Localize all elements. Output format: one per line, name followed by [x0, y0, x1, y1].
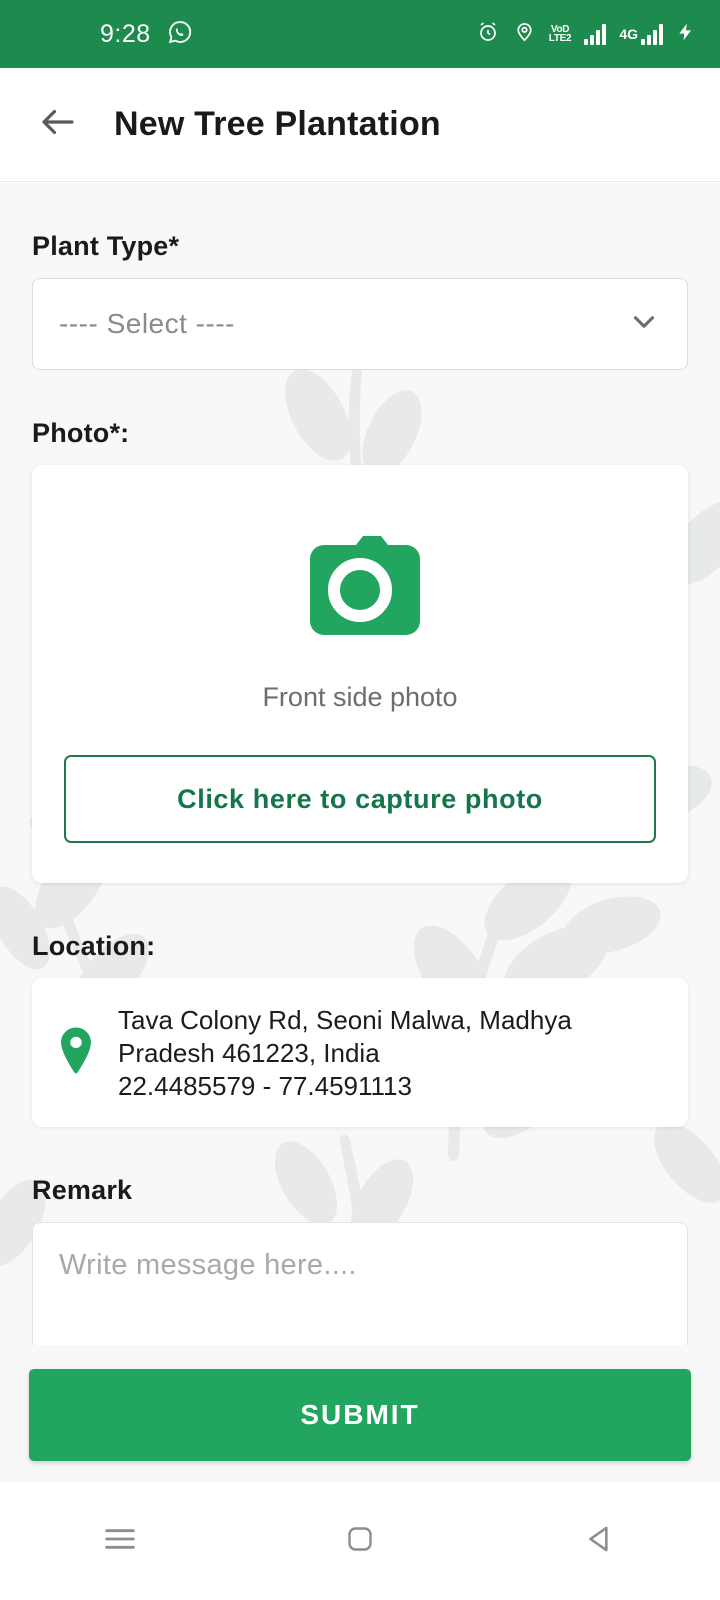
photo-card: Front side photo Click here to capture p… [32, 465, 688, 883]
alarm-icon [476, 20, 500, 49]
location-text: Tava Colony Rd, Seoni Malwa, Madhya Prad… [118, 1004, 572, 1103]
plant-type-selected-value: ---- Select ---- [59, 308, 235, 339]
plant-type-select[interactable]: ---- Select ---- [32, 278, 688, 370]
page-title: New Tree Plantation [114, 105, 441, 143]
remark-placeholder: Write message here.... [59, 1249, 357, 1282]
remark-label: Remark [32, 1175, 133, 1206]
plant-type-label: Plant Type* [32, 231, 180, 261]
arrow-left-icon [37, 101, 79, 148]
home-square-icon [342, 1521, 378, 1562]
back-triangle-icon [581, 1520, 619, 1563]
capture-photo-button[interactable]: Click here to capture photo [64, 755, 656, 843]
app-bar: New Tree Plantation [0, 68, 720, 182]
location-card: Tava Colony Rd, Seoni Malwa, Madhya Prad… [32, 978, 688, 1128]
map-pin-icon [56, 1025, 96, 1082]
photo-caption: Front side photo [262, 682, 458, 712]
location-coordinates: 22.4485579 - 77.4591113 [118, 1071, 412, 1102]
submit-button[interactable]: SUBMIT [29, 1368, 691, 1461]
form-content: Plant Type* ---- Select ---- Photo*: Fro… [0, 183, 720, 1483]
nav-back-button[interactable] [480, 1520, 720, 1563]
status-bar: 9:28 VoD LTE2 4G [0, 0, 720, 68]
nav-recents-button[interactable] [0, 1519, 240, 1564]
location-label: Location: [32, 931, 156, 961]
location-address-line1: Tava Colony Rd, Seoni Malwa, Madhya [118, 1005, 572, 1035]
nav-home-button[interactable] [240, 1521, 480, 1562]
charging-bolt-icon [676, 20, 696, 49]
submit-bar: SUBMIT [0, 1345, 720, 1484]
whatsapp-icon [167, 19, 193, 50]
back-button[interactable] [28, 95, 88, 155]
signal-bars-icon [584, 23, 607, 45]
phone-screen: 9:28 VoD LTE2 4G New Tree Plantation Pla… [0, 0, 720, 1600]
recents-menu-icon [100, 1519, 140, 1564]
chevron-down-icon [627, 305, 661, 344]
android-nav-bar [0, 1483, 720, 1600]
volte-icon: VoD LTE2 [548, 24, 572, 44]
4g-signal-icon: 4G [619, 23, 663, 45]
location-icon [513, 20, 536, 48]
photo-label: Photo*: [32, 418, 130, 448]
location-address-line2: Pradesh 461223, India [118, 1038, 380, 1069]
status-bar-time: 9:28 [100, 19, 151, 48]
camera-icon [298, 527, 422, 652]
